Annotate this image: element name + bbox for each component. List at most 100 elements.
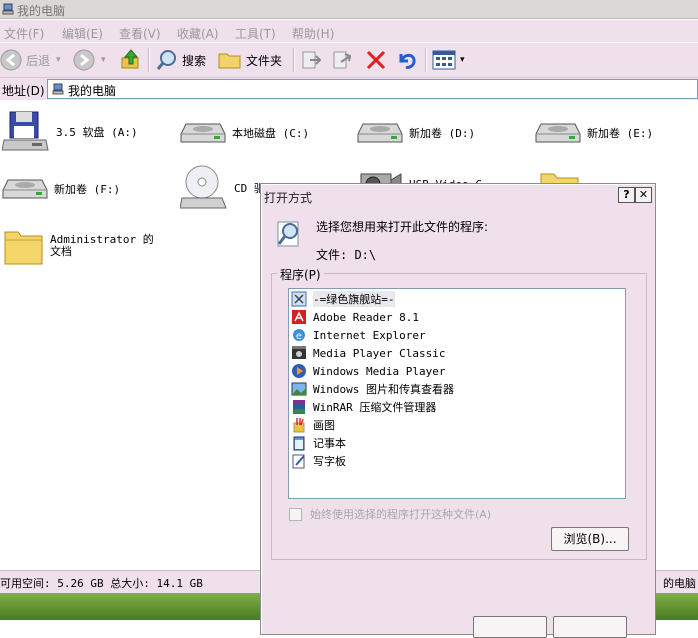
drive-a-label: 3.5 软盘 (A:) xyxy=(56,126,138,139)
address-input[interactable]: 我的电脑 xyxy=(47,79,698,99)
dialog-file-path: 文件: D:\ xyxy=(316,248,377,262)
always-use-label: 始终使用选择的程序打开这种文件(A) xyxy=(310,508,492,521)
always-use-checkbox[interactable]: 始终使用选择的程序打开这种文件(A) xyxy=(289,506,491,522)
delete-button[interactable] xyxy=(364,47,388,73)
toolbar-separator xyxy=(293,48,295,72)
window-title-bar: 我的电脑 xyxy=(0,0,698,19)
menu-view[interactable]: 查看(V) xyxy=(119,25,161,42)
hard-disk-icon xyxy=(535,123,581,143)
my-documents-label: Administrator 的文档 xyxy=(50,233,154,258)
status-free-space: 可用空间: 5.26 GB 总大小: 14.1 GB xyxy=(0,577,203,590)
program-label: 记事本 xyxy=(313,437,346,450)
ok-button[interactable] xyxy=(473,616,547,638)
cd-drive-icon xyxy=(180,165,227,209)
program-label: WinRAR 压缩文件管理器 xyxy=(313,401,437,414)
program-item[interactable]: e Internet Explorer xyxy=(291,326,426,344)
status-location: 的电脑 xyxy=(663,577,696,590)
svg-text:e: e xyxy=(296,331,302,342)
dialog-prompt: 选择您想用来打开此文件的程序: xyxy=(316,220,489,234)
open-with-dialog: 打开方式 ? ✕ 选择您想用来打开此文件的程序: 文件: D:\ 程序(P) -… xyxy=(260,183,656,638)
back-dropdown-icon[interactable]: ▾ xyxy=(56,55,61,65)
floppy-drive-icon xyxy=(2,111,49,151)
drive-a[interactable]: 3.5 软盘 (A:) xyxy=(2,110,138,154)
my-documents-folder[interactable]: Administrator 的文档 xyxy=(4,226,162,266)
drive-e[interactable]: 新加卷 (E:) xyxy=(535,120,653,146)
cancel-button[interactable] xyxy=(553,616,627,638)
my-computer-icon xyxy=(2,3,14,15)
toolbar: 后退 ▾ ▾ 搜索 文件夹 ▾ xyxy=(0,43,698,78)
drive-f-label: 新加卷 (F:) xyxy=(54,183,121,196)
program-label: Adobe Reader 8.1 xyxy=(313,310,419,324)
program-label: Windows 图片和传真查看器 xyxy=(313,383,454,396)
picture-viewer-icon xyxy=(291,382,307,396)
open-with-icon xyxy=(277,221,299,247)
back-label: 后退 xyxy=(26,53,51,68)
winrar-icon xyxy=(293,400,305,414)
folders-button[interactable]: 文件夹 xyxy=(218,47,282,73)
menu-bar: 文件(F) 编辑(E) 查看(V) 收藏(A) 工具(T) 帮助(H) xyxy=(0,20,698,42)
my-computer-icon xyxy=(52,83,64,95)
drive-d[interactable]: 新加卷 (D:) xyxy=(357,120,475,146)
back-button[interactable]: 后退 ▾ xyxy=(0,47,61,73)
toolbar-separator xyxy=(425,48,427,72)
drive-c[interactable]: 本地磁盘 (C:) xyxy=(180,120,309,146)
folders-label: 文件夹 xyxy=(246,53,283,68)
up-folder-icon xyxy=(121,49,139,69)
dialog-title: 打开方式 xyxy=(264,191,313,205)
media-player-classic-icon xyxy=(292,346,306,359)
folder-icon xyxy=(218,53,241,69)
menu-edit[interactable]: 编辑(E) xyxy=(62,25,103,42)
undo-icon xyxy=(399,53,416,69)
checkbox-box[interactable] xyxy=(289,507,302,521)
program-item[interactable]: WinRAR 压缩文件管理器 xyxy=(291,398,436,416)
program-item[interactable]: 画图 xyxy=(291,416,335,434)
undo-button[interactable] xyxy=(395,47,419,73)
program-label: Internet Explorer xyxy=(313,328,426,342)
address-label: 地址(D) xyxy=(2,84,45,98)
address-bar: 地址(D) 我的电脑 xyxy=(0,78,698,100)
menu-file[interactable]: 文件(F) xyxy=(4,25,44,42)
program-item[interactable]: Windows Media Player xyxy=(291,362,445,380)
views-dropdown-icon[interactable]: ▾ xyxy=(460,55,465,65)
forward-button[interactable]: ▾ xyxy=(73,47,106,73)
copy-to-button[interactable] xyxy=(331,47,355,73)
adobe-reader-icon xyxy=(292,310,306,324)
up-folder-button[interactable] xyxy=(120,47,142,73)
program-item[interactable]: Media Player Classic xyxy=(291,344,445,362)
toolbar-separator xyxy=(148,48,150,72)
program-item[interactable]: Adobe Reader 8.1 xyxy=(291,308,419,326)
paint-icon xyxy=(293,418,305,433)
hard-disk-icon xyxy=(180,123,226,143)
app-icon xyxy=(291,291,307,307)
internet-explorer-icon: e xyxy=(293,329,305,342)
programs-list[interactable]: -=绿色旗舰站=- Adobe Reader 8.1 e Internet Ex… xyxy=(288,288,626,499)
drive-f[interactable]: 新加卷 (F:) xyxy=(2,176,120,202)
drive-c-label: 本地磁盘 (C:) xyxy=(232,127,310,140)
drive-d-label: 新加卷 (D:) xyxy=(409,127,476,140)
hard-disk-icon xyxy=(2,179,48,199)
programs-group-label: 程序(P) xyxy=(277,266,324,283)
program-item[interactable]: 记事本 xyxy=(291,434,346,452)
views-button[interactable]: ▾ xyxy=(432,47,465,73)
hard-disk-icon xyxy=(357,123,403,143)
help-button[interactable]: ? xyxy=(618,187,635,203)
menu-tools[interactable]: 工具(T) xyxy=(235,25,276,42)
program-item[interactable]: -=绿色旗舰站=- xyxy=(291,290,395,308)
forward-dropdown-icon[interactable]: ▾ xyxy=(101,55,106,65)
program-item[interactable]: Windows 图片和传真查看器 xyxy=(291,380,454,398)
move-to-button[interactable] xyxy=(300,47,324,73)
close-button[interactable]: ✕ xyxy=(635,187,652,203)
drive-e-label: 新加卷 (E:) xyxy=(587,127,654,140)
back-arrow-icon xyxy=(0,49,22,71)
drive-cd[interactable]: CD 驱 xyxy=(180,164,265,212)
menu-help[interactable]: 帮助(H) xyxy=(292,25,334,42)
program-label: Windows Media Player xyxy=(313,364,446,378)
address-value: 我的电脑 xyxy=(68,84,117,98)
search-label: 搜索 xyxy=(182,53,207,68)
program-item[interactable]: 写字板 xyxy=(291,452,346,470)
browse-button[interactable]: 浏览(B)... xyxy=(551,527,629,551)
program-label: 写字板 xyxy=(313,455,346,468)
menu-favorites[interactable]: 收藏(A) xyxy=(177,25,219,42)
program-label: -=绿色旗舰站=- xyxy=(313,291,395,307)
search-button[interactable]: 搜索 xyxy=(156,47,206,73)
